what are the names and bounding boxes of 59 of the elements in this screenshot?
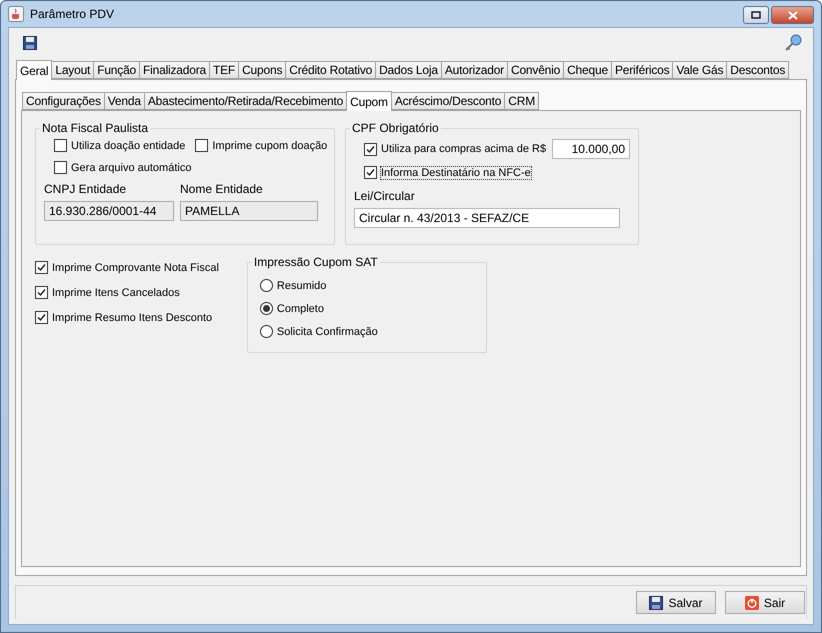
tab[interactable]: Cheque xyxy=(563,61,612,79)
radio-label[interactable]: Completo xyxy=(276,302,324,314)
checkbox[interactable]: Imprime cupom doação xyxy=(195,139,328,152)
key-icon[interactable] xyxy=(784,34,802,52)
field-label: Lei/Circular xyxy=(354,189,416,203)
tab[interactable]: Descontos xyxy=(726,61,790,79)
window-title: Parâmetro PDV xyxy=(30,7,114,21)
radio-label[interactable]: Solicita Confirmação xyxy=(276,326,378,338)
tab[interactable]: Dados Loja xyxy=(375,61,442,79)
radio-button[interactable] xyxy=(260,279,273,292)
close-button[interactable] xyxy=(771,6,814,24)
checkbox[interactable]: Imprime Resumo Itens Desconto xyxy=(35,311,219,324)
exit-button[interactable]: Sair xyxy=(725,591,805,614)
tab[interactable]: TEF xyxy=(209,61,240,79)
input-field[interactable]: 16.930.286/0001-44 xyxy=(44,201,174,221)
field-label: CNPJ Entidade xyxy=(44,182,128,196)
tab[interactable]: Acréscimo/Desconto xyxy=(390,92,506,110)
coffee-cup-icon xyxy=(8,6,24,22)
checkmark-icon xyxy=(366,168,375,177)
close-icon xyxy=(788,10,798,20)
checkbox[interactable]: Gera arquivo automático xyxy=(54,161,326,174)
field-label: Nome Entidade xyxy=(180,182,264,196)
radio-button[interactable] xyxy=(260,302,273,315)
checkbox[interactable]: Utiliza doação entidade xyxy=(54,139,186,152)
tab[interactable]: Geral xyxy=(16,60,52,80)
tab[interactable]: Convênio xyxy=(506,61,564,79)
checkbox[interactable]: Utiliza para compras acima de R$ xyxy=(364,142,546,156)
checkmark-icon xyxy=(37,288,46,297)
input-field[interactable]: Circular n. 43/2013 - SEFAZ/CE xyxy=(354,208,620,228)
tab[interactable]: Finalizadora xyxy=(139,61,210,79)
tab[interactable]: Periféricos xyxy=(610,61,674,79)
tab[interactable]: Configurações xyxy=(22,92,105,110)
power-icon xyxy=(744,596,759,610)
tab[interactable]: Vale Gás xyxy=(672,61,728,79)
group-title: Impressão Cupom SAT xyxy=(252,255,379,269)
group-title: Nota Fiscal Paulista xyxy=(41,121,150,135)
tab[interactable]: Layout xyxy=(51,61,94,79)
tab[interactable]: Cupom xyxy=(346,91,392,111)
tab[interactable]: Crédito Rotativo xyxy=(285,61,376,79)
tab[interactable]: Autorizador xyxy=(440,61,508,79)
checkmark-icon xyxy=(37,263,46,272)
restore-button[interactable] xyxy=(743,6,769,24)
checkbox[interactable]: Imprime Comprovante Nota Fiscal xyxy=(35,261,219,274)
tab[interactable]: CRM xyxy=(504,92,540,110)
input-field[interactable]: 10.000,00 xyxy=(552,139,630,159)
restore-icon xyxy=(751,11,761,19)
save-button[interactable]: Salvar xyxy=(636,591,716,614)
tab[interactable]: Venda xyxy=(104,92,145,110)
tab[interactable]: Cupons xyxy=(238,61,286,79)
checkmark-icon xyxy=(37,313,46,322)
checkbox[interactable]: Informa Destinatário na NFC-e xyxy=(364,166,630,179)
checkmark-icon xyxy=(366,144,375,154)
group-title: CPF Obrigatório xyxy=(351,121,440,135)
tab[interactable]: Abastecimento/Retirada/Recebimento xyxy=(144,92,348,110)
input-field[interactable]: PAMELLA xyxy=(180,201,318,221)
radio-label[interactable]: Resumido xyxy=(276,280,326,292)
checkbox[interactable]: Imprime Itens Cancelados xyxy=(35,286,219,299)
radio-button[interactable] xyxy=(260,325,273,338)
tab[interactable]: Função xyxy=(93,61,140,79)
